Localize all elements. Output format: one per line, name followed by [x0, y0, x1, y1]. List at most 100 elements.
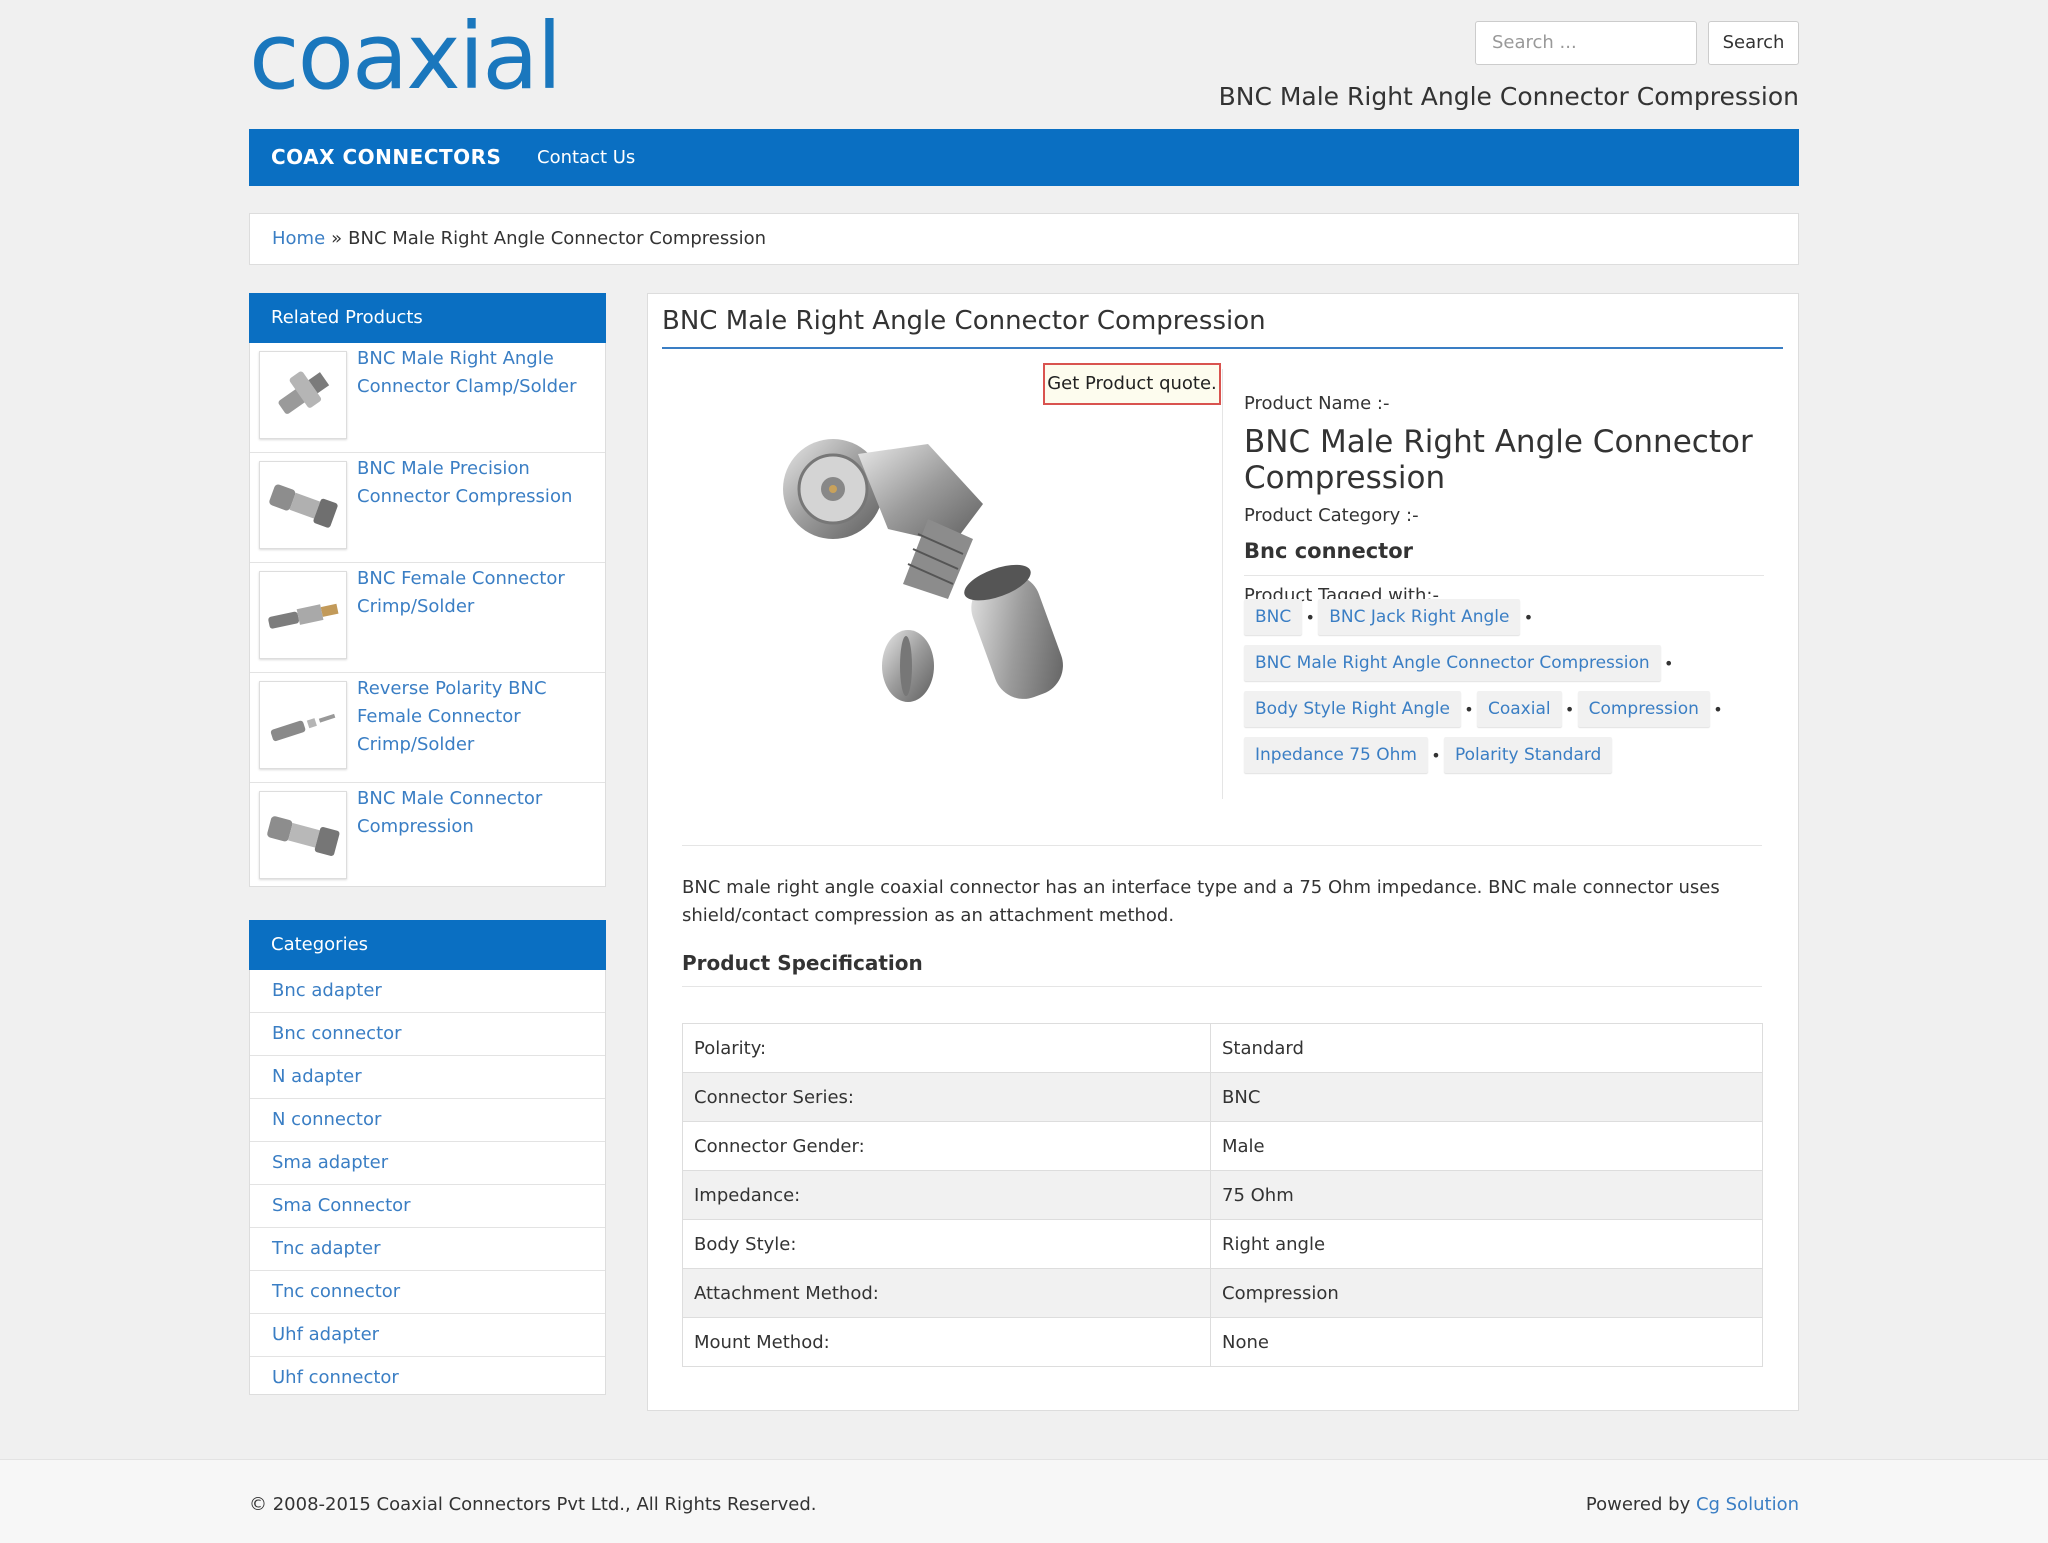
product-panel: BNC Male Right Angle Connector Compressi…	[647, 293, 1799, 1411]
category-item[interactable]: Uhf adapter	[250, 1314, 605, 1357]
category-item[interactable]: Bnc adapter	[250, 970, 605, 1013]
product-category-label: Product Category :-	[1244, 505, 1419, 526]
category-link[interactable]: Sma Connector	[272, 1195, 411, 1216]
spec-title: Product Specification	[682, 951, 923, 975]
spec-value: Male	[1210, 1121, 1763, 1171]
related-product-item[interactable]: BNC Female Connector Crimp/Solder	[250, 563, 605, 673]
table-row: Impedance: 75 Ohm	[682, 1170, 1763, 1220]
related-product-item[interactable]: BNC Male Connector Compression	[250, 783, 605, 892]
category-item[interactable]: Bnc connector	[250, 1013, 605, 1056]
svg-text:coaxial: coaxial	[249, 14, 560, 96]
category-link[interactable]: N connector	[272, 1109, 381, 1130]
breadcrumb-home-link[interactable]: Home	[272, 228, 325, 249]
copyright-text: © 2008-2015 Coaxial Connectors Pvt Ltd.,…	[249, 1494, 817, 1515]
category-link[interactable]: N adapter	[272, 1066, 362, 1087]
related-products-heading: Related Products	[249, 293, 606, 343]
category-link[interactable]: Uhf connector	[272, 1367, 399, 1388]
category-item[interactable]: Tnc connector	[250, 1271, 605, 1314]
table-row: Connector Series: BNC	[682, 1072, 1763, 1122]
tag-link[interactable]: Compression	[1577, 691, 1710, 727]
breadcrumb: Home » BNC Male Right Angle Connector Comp…	[249, 213, 1799, 265]
category-link[interactable]: Bnc adapter	[272, 980, 382, 1001]
powered-by-label: Powered by	[1585, 1494, 1696, 1515]
get-quote-button[interactable]: Get Product quote.	[1043, 363, 1221, 405]
tag-separator: •	[1523, 607, 1534, 627]
product-description: BNC male right angle coaxial connector h…	[682, 877, 1720, 926]
related-product-thumbnail[interactable]	[259, 351, 347, 439]
product-name-label: Product Name :-	[1244, 393, 1390, 414]
related-products-panel: Related Products BNC Male Right Angle Co…	[249, 293, 606, 887]
related-product-link[interactable]: Reverse Polarity BNC Female Connector Cr…	[357, 675, 607, 759]
product-title: BNC Male Right Angle Connector Compressi…	[662, 306, 1266, 336]
spec-key: Impedance:	[682, 1170, 1211, 1220]
related-product-item[interactable]: Reverse Polarity BNC Female Connector Cr…	[250, 673, 605, 783]
table-row: Body Style: Right angle	[682, 1219, 1763, 1269]
category-item[interactable]: Tnc adapter	[250, 1228, 605, 1271]
tag-link[interactable]: BNC Male Right Angle Connector Compressi…	[1244, 645, 1661, 681]
related-product-thumbnail[interactable]	[259, 461, 347, 549]
tag-separator: •	[1431, 745, 1441, 765]
spec-value: None	[1210, 1317, 1763, 1367]
related-product-thumbnail[interactable]	[259, 791, 347, 879]
tag-separator: •	[1464, 699, 1474, 719]
related-product-link[interactable]: BNC Male Connector Compression	[357, 785, 607, 841]
spec-value: 75 Ohm	[1210, 1170, 1763, 1220]
tag-link[interactable]: Polarity Standard	[1443, 737, 1613, 773]
footer: © 2008-2015 Coaxial Connectors Pvt Ltd.,…	[0, 1459, 2048, 1543]
related-product-thumbnail[interactable]	[259, 571, 347, 659]
coaxial-logo[interactable]: coaxial	[249, 3, 589, 110]
search-button[interactable]: Search	[1708, 21, 1799, 65]
category-item[interactable]: N connector	[250, 1099, 605, 1142]
tag-separator: •	[1305, 607, 1315, 627]
spec-value: Compression	[1210, 1268, 1763, 1318]
nav-contact-link[interactable]: Contact Us	[537, 129, 635, 186]
spec-value: BNC	[1210, 1072, 1763, 1122]
search-input[interactable]: Search ...	[1475, 21, 1697, 65]
category-item[interactable]: Sma adapter	[250, 1142, 605, 1185]
tag-link[interactable]: Inpedance 75 Ohm	[1244, 737, 1428, 773]
category-link[interactable]: Uhf adapter	[272, 1324, 379, 1345]
related-product-item[interactable]: BNC Male Right Angle Connector Clamp/Sol…	[250, 343, 605, 453]
category-link[interactable]: Bnc connector	[272, 1023, 402, 1044]
spec-key: Attachment Method:	[682, 1268, 1211, 1318]
tag-link[interactable]: BNC	[1244, 599, 1303, 635]
title-underline	[662, 347, 1783, 349]
header-product-title: BNC Male Right Angle Connector Compressi…	[1218, 82, 1799, 111]
powered-by-link[interactable]: Cg Solution	[1696, 1494, 1799, 1515]
table-row: Attachment Method: Compression	[682, 1268, 1763, 1318]
info-divider	[1244, 575, 1764, 576]
tag-link[interactable]: BNC Jack Right Angle	[1318, 599, 1521, 635]
categories-heading: Categories	[249, 920, 606, 970]
category-item[interactable]: Uhf connector	[250, 1357, 605, 1399]
table-row: Connector Gender: Male	[682, 1121, 1763, 1171]
product-category: Bnc connector	[1244, 539, 1414, 563]
product-name: BNC Male Right Angle Connector Compressi…	[1244, 424, 1753, 496]
breadcrumb-separator: »	[331, 228, 343, 249]
main-navbar: COAX CONNECTORS Contact Us	[249, 129, 1799, 186]
category-link[interactable]: Tnc connector	[272, 1281, 400, 1302]
category-link[interactable]: Tnc adapter	[272, 1238, 380, 1259]
nav-brand-link[interactable]: COAX CONNECTORS	[271, 129, 501, 186]
powered-by: Powered by Cg Solution	[1586, 1494, 1799, 1515]
spec-key: Connector Series:	[682, 1072, 1211, 1122]
section-divider	[682, 845, 1762, 846]
tag-separator: •	[1713, 699, 1723, 719]
related-product-link[interactable]: BNC Female Connector Crimp/Solder	[357, 565, 607, 621]
spec-key: Body Style:	[682, 1219, 1211, 1269]
category-link[interactable]: Sma adapter	[272, 1152, 388, 1173]
tag-link[interactable]: Coaxial	[1476, 691, 1562, 727]
related-product-thumbnail[interactable]	[259, 681, 347, 769]
product-image[interactable]	[778, 424, 1098, 724]
table-row: Mount Method: None	[682, 1317, 1763, 1367]
table-row: Polarity: Standard	[682, 1023, 1763, 1073]
related-product-link[interactable]: BNC Male Precision Connector Compression	[357, 455, 607, 511]
tag-separator: •	[1564, 699, 1575, 719]
tag-link[interactable]: Body Style Right Angle	[1244, 691, 1461, 727]
spec-key: Mount Method:	[682, 1317, 1211, 1367]
product-tags: BNC • BNC Jack Right Angle • BNC Male Righ…	[1244, 599, 1774, 778]
category-item[interactable]: N adapter	[250, 1056, 605, 1099]
related-product-item[interactable]: BNC Male Precision Connector Compression	[250, 453, 605, 563]
related-product-link[interactable]: BNC Male Right Angle Connector Clamp/Sol…	[357, 345, 607, 401]
category-item[interactable]: Sma Connector	[250, 1185, 605, 1228]
spec-divider	[682, 986, 1762, 987]
